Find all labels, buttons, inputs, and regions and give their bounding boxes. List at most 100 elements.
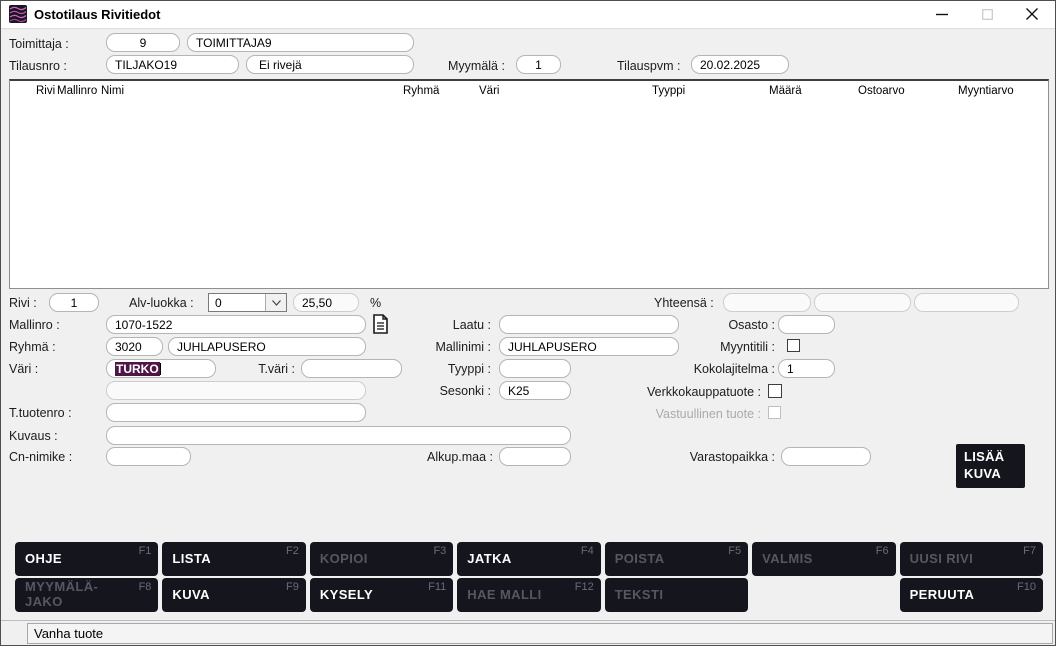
- column-header-vari: Väri: [479, 85, 499, 97]
- column-header-myyntiarvo: Myyntiarvo: [958, 85, 1014, 97]
- ryhma-label: Ryhmä :: [9, 340, 56, 354]
- valmis-button: VALMISF6: [752, 542, 895, 576]
- lisaa-kuva-button[interactable]: LISÄÄ KUVA: [956, 444, 1025, 488]
- cn-nimike-label: Cn-nimike :: [9, 450, 72, 464]
- vastuullinen-label: Vastuullinen tuote :: [636, 407, 761, 421]
- lista-button[interactable]: LISTAF2: [162, 542, 305, 576]
- close-button[interactable]: [1015, 1, 1049, 27]
- status-message: Vanha tuote: [27, 623, 1053, 644]
- hae-malli-button: HAE MALLIF12: [457, 578, 600, 612]
- fkey-label: F4: [581, 545, 594, 557]
- kysely-button[interactable]: KYSELYF11: [310, 578, 453, 612]
- uusi-rivi-button: UUSI RIVIF7: [900, 542, 1043, 576]
- rivi-label: Rivi :: [9, 296, 37, 310]
- close-icon: [1026, 8, 1038, 20]
- column-header-tyyppi: Tyyppi: [652, 85, 685, 97]
- tilauspvm-label: Tilauspvm :: [617, 59, 680, 73]
- fkey-label: F12: [575, 581, 594, 593]
- app-icon: [9, 5, 27, 23]
- myymala-field[interactable]: [516, 55, 561, 74]
- toimittaja-code-field[interactable]: [106, 33, 180, 52]
- toimittaja-label: Toimittaja :: [9, 37, 69, 51]
- minimize-button[interactable]: [925, 1, 959, 27]
- fkey-label: F1: [139, 545, 152, 557]
- myymala-jako-button: MYYMÄLÄ-JAKOF8: [15, 578, 158, 612]
- sesonki-field[interactable]: [499, 381, 571, 400]
- osasto-label: Osasto :: [721, 318, 775, 332]
- alkup-maa-label: Alkup.maa :: [427, 450, 491, 464]
- alkup-maa-field[interactable]: [499, 447, 571, 466]
- column-header-nimi: Nimi: [101, 85, 124, 97]
- fkey-label: F3: [433, 545, 446, 557]
- yhteensa-label: Yhteensä :: [654, 296, 714, 310]
- kuva-button[interactable]: KUVAF9: [162, 578, 305, 612]
- fkey-label: F5: [728, 545, 741, 557]
- function-button-grid: OHJEF1 LISTAF2 KOPIOIF3 JATKAF4 POISTAF5…: [15, 542, 1043, 612]
- column-header-ryhma: Ryhmä: [403, 85, 439, 97]
- status-bar: Vanha tuote: [1, 620, 1055, 646]
- tilauspvm-field[interactable]: [691, 55, 789, 74]
- yhteensa-field-3: [914, 293, 1019, 312]
- maximize-icon: [982, 9, 993, 20]
- maximize-button: [970, 1, 1004, 27]
- poista-button: POISTAF5: [605, 542, 748, 576]
- varastopaikka-field[interactable]: [781, 447, 871, 466]
- jatka-button[interactable]: JATKAF4: [457, 542, 600, 576]
- fkey-label: F9: [286, 581, 299, 593]
- t-tuotenro-label: T.tuotenro :: [9, 406, 72, 420]
- toimittaja-name-field[interactable]: [187, 33, 414, 52]
- chevron-down-icon[interactable]: [265, 294, 286, 311]
- vari-label: Väri :: [9, 362, 38, 376]
- peruuta-button[interactable]: PERUUTAF10: [900, 578, 1043, 612]
- app-window: Ostotilaus Rivitiedot Toimittaja : Tilau…: [0, 0, 1056, 646]
- mallinimi-label: Mallinimi :: [426, 340, 491, 354]
- ryhma-code-field[interactable]: [106, 337, 163, 356]
- fkey-label: F2: [286, 545, 299, 557]
- mallinimi-field[interactable]: [499, 337, 679, 356]
- alv-luokka-select[interactable]: 0: [208, 293, 287, 312]
- window-title: Ostotilaus Rivitiedot: [34, 7, 160, 22]
- column-header-rivi: Rivi: [36, 85, 55, 97]
- tilausnro-field[interactable]: [106, 55, 239, 74]
- ryhma-name-field[interactable]: [168, 337, 366, 356]
- rivi-field[interactable]: [49, 293, 99, 312]
- ohje-button[interactable]: OHJEF1: [15, 542, 158, 576]
- tyyppi-label: Tyyppi :: [441, 362, 491, 376]
- varastopaikka-label: Varastopaikka :: [679, 450, 775, 464]
- minimize-icon: [936, 8, 948, 20]
- fkey-label: F7: [1023, 545, 1036, 557]
- order-rows-table[interactable]: Rivi Mallinro Nimi Ryhmä Väri Tyyppi Mää…: [9, 79, 1049, 289]
- t-tuotenro-field[interactable]: [106, 403, 366, 422]
- text-caret: [160, 363, 161, 375]
- alv-luokka-value: 0: [209, 294, 265, 311]
- yhteensa-field-1: [723, 293, 811, 312]
- yhteensa-field-2: [814, 293, 911, 312]
- title-bar: Ostotilaus Rivitiedot: [1, 1, 1055, 29]
- document-icon[interactable]: [372, 314, 389, 339]
- alv-luokka-label: Alv-luokka :: [129, 296, 194, 310]
- cn-nimike-field[interactable]: [106, 447, 191, 466]
- mallinro-field[interactable]: [106, 315, 366, 334]
- osasto-field[interactable]: [778, 315, 835, 334]
- kuvaus-field[interactable]: [106, 426, 571, 445]
- myyntitili-label: Myyntitili :: [689, 340, 775, 354]
- rivit-info-field: [246, 55, 414, 74]
- kokolajitelma-field[interactable]: [778, 359, 835, 378]
- percent-sign: %: [370, 296, 381, 310]
- laatu-field[interactable]: [499, 315, 679, 334]
- tvari-field[interactable]: [301, 359, 402, 378]
- fkey-label: F10: [1017, 581, 1036, 593]
- kokolajitelma-label: Kokolajitelma :: [681, 362, 775, 376]
- laatu-label: Laatu :: [441, 318, 491, 332]
- vari-selected-text: TURKO: [115, 362, 160, 376]
- tyyppi-field[interactable]: [499, 359, 571, 378]
- vastuullinen-checkbox: [768, 406, 781, 419]
- myyntitili-checkbox[interactable]: [787, 339, 800, 352]
- tilausnro-label: Tilausnro :: [9, 59, 67, 73]
- fkey-label: F11: [428, 581, 446, 593]
- verkkokauppatuote-checkbox[interactable]: [768, 384, 782, 398]
- fkey-label: F8: [139, 581, 152, 593]
- column-header-ostoarvo: Ostoarvo: [858, 85, 905, 97]
- column-header-maara: Määrä: [769, 85, 802, 97]
- vari-field[interactable]: TURKO: [106, 359, 216, 378]
